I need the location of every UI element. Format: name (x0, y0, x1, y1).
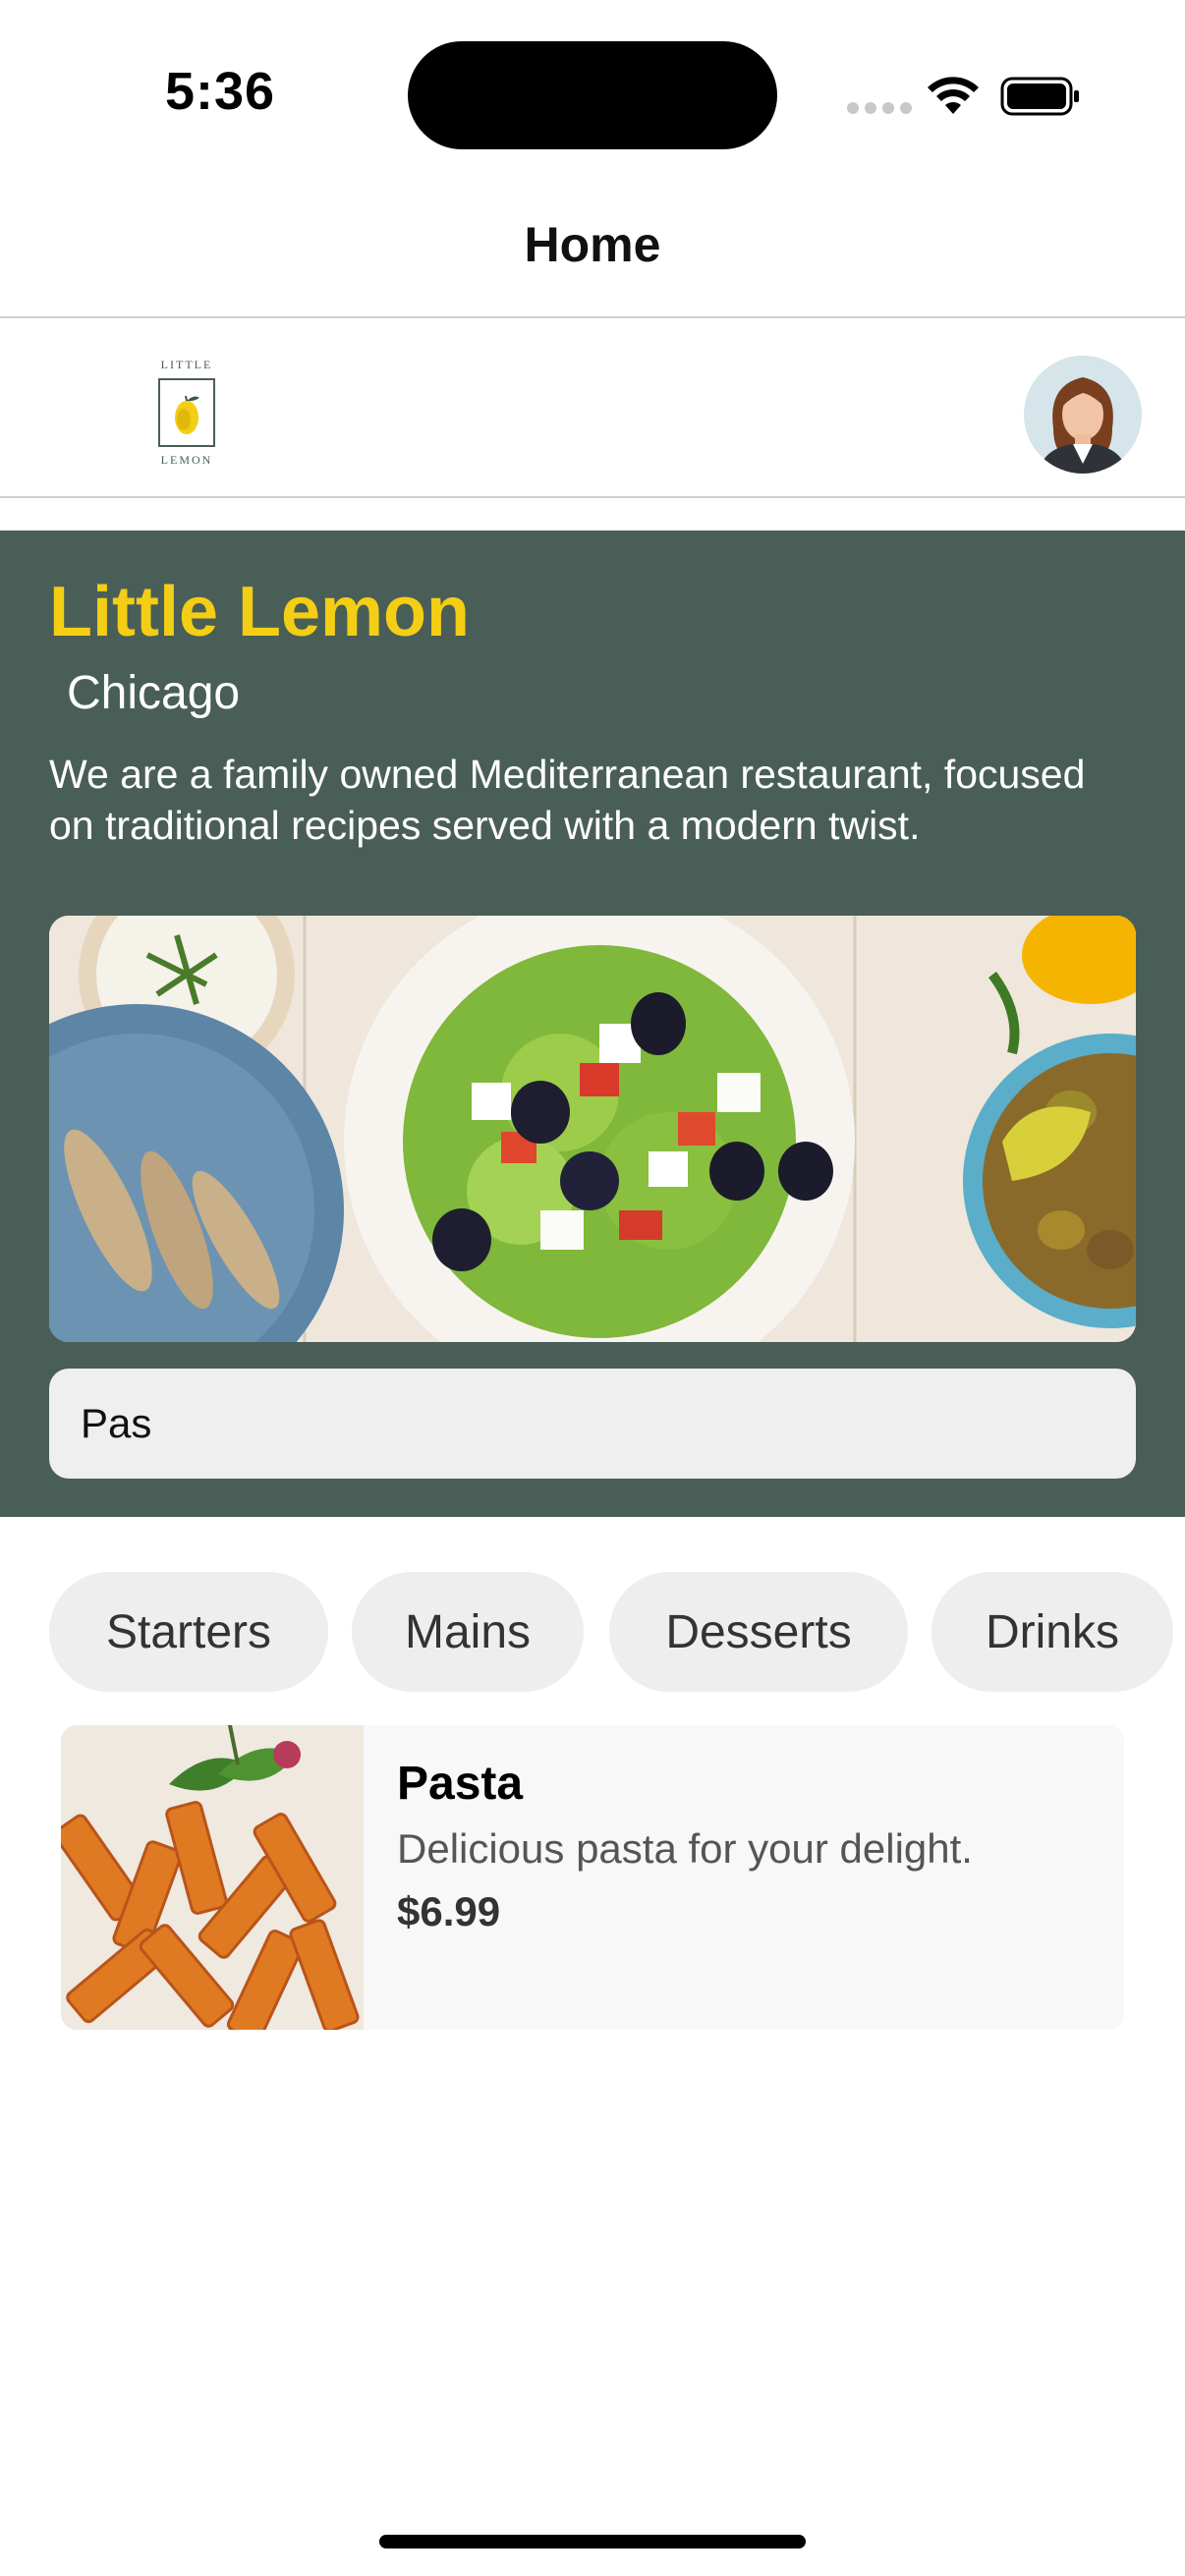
menu-item-price: $6.99 (397, 1888, 501, 1934)
menu-item-card[interactable]: Pasta Delicious pasta for your delight. … (61, 1725, 1124, 2030)
logo-text-bottom: LEMON (160, 453, 213, 467)
profile-avatar-image (1024, 356, 1142, 474)
dynamic-island (408, 41, 777, 149)
restaurant-name: Little Lemon (49, 573, 470, 651)
nav-divider (0, 316, 1185, 318)
battery-icon (1000, 77, 1079, 116)
category-chip-mains[interactable]: Mains (352, 1572, 584, 1692)
home-indicator[interactable] (379, 2535, 806, 2548)
category-chip-desserts[interactable]: Desserts (609, 1572, 908, 1692)
header-divider (0, 496, 1185, 498)
logo-text-top: LITTLE (160, 358, 213, 371)
profile-avatar[interactable] (1024, 356, 1142, 474)
mediterranean-food-photo (49, 916, 1136, 1342)
menu-item-image (61, 1725, 364, 2030)
little-lemon-logo: LITTLE LEMON (155, 358, 218, 474)
hero-food-image (49, 916, 1136, 1342)
restaurant-description: We are a family owned Mediterranean rest… (49, 752, 1086, 848)
category-chip-drinks[interactable]: Drinks (931, 1572, 1173, 1692)
cellular-signal-icon (847, 102, 912, 114)
wifi-icon (928, 77, 979, 114)
menu-item-description: Delicious pasta for your delight. (397, 1825, 973, 1872)
category-chip-starters[interactable]: Starters (49, 1572, 328, 1692)
hero-section: Little Lemon Chicago We are a family own… (0, 531, 1185, 1517)
home-screen: 5:36 Home LITTLE LEMON Little Lemon Chic… (0, 0, 1185, 2576)
page-title: Home (524, 217, 661, 272)
pasta-photo (61, 1725, 364, 2030)
search-input[interactable] (49, 1369, 1136, 1479)
menu-item-name: Pasta (397, 1758, 524, 1810)
lemon-icon (175, 395, 199, 434)
status-time: 5:36 (165, 62, 276, 121)
restaurant-city: Chicago (67, 667, 241, 719)
